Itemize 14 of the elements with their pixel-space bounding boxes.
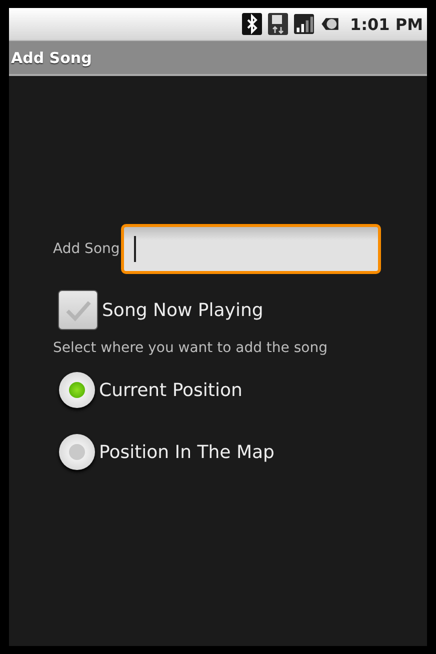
status-time: 1:01 PM — [350, 14, 423, 34]
checkbox[interactable] — [58, 290, 98, 330]
radio-label: Current Position — [99, 380, 242, 400]
radio-button[interactable] — [59, 372, 95, 408]
song-field[interactable] — [120, 224, 381, 274]
network-icon — [268, 13, 288, 35]
checkbox-label: Song Now Playing — [102, 300, 264, 320]
field-label: Add Song — [53, 241, 120, 257]
window-title: Add Song — [11, 48, 92, 66]
signal-icon — [294, 13, 314, 35]
radio-button[interactable] — [59, 434, 95, 470]
radio-label: Position In The Map — [99, 442, 274, 462]
bluetooth-icon — [242, 13, 262, 35]
prompt-text: Select where you want to add the song — [53, 340, 328, 356]
